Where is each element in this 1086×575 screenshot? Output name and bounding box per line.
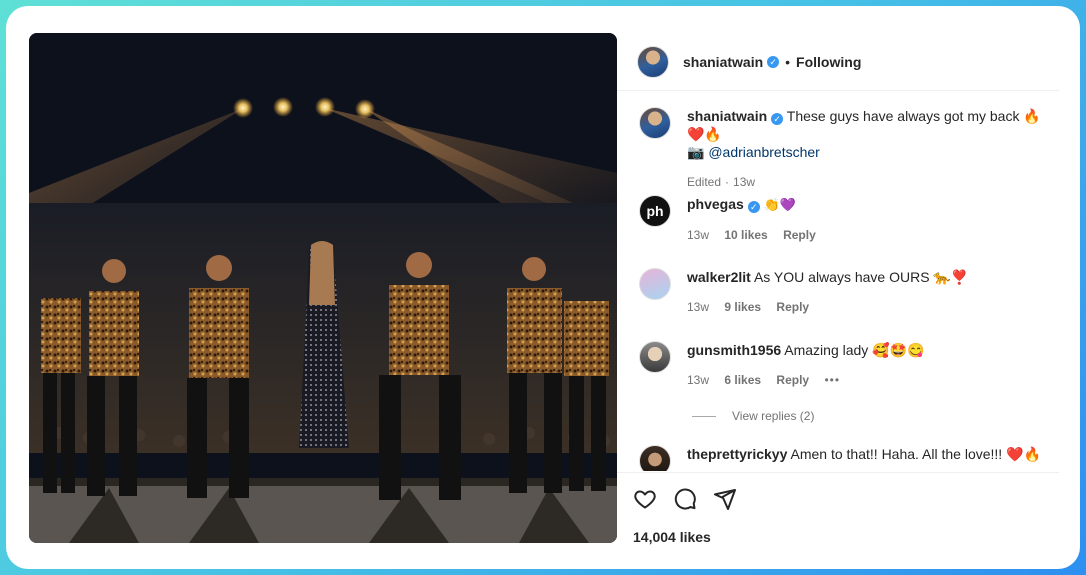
author-username[interactable]: shaniatwain (683, 54, 763, 70)
replies-divider-line (692, 415, 716, 417)
commenter-avatar[interactable] (639, 341, 671, 373)
caption-author[interactable]: shaniatwain (687, 108, 767, 124)
comment-text: Amen to that!! Haha. All the love!!! ❤️🔥 (790, 446, 1041, 462)
view-replies-label[interactable]: View replies (2) (732, 409, 814, 423)
verified-badge-icon: ✓ (767, 55, 780, 68)
photographer-mention-link[interactable]: @adrianbretscher (708, 144, 820, 160)
comment-item: ph phvegas ✓ 👏💜 13w 10 likes Reply (639, 195, 1057, 244)
comment-likes[interactable]: 10 likes (724, 228, 767, 242)
commenter-username[interactable]: gunsmith1956 (687, 342, 781, 358)
comment-text: As YOU always have OURS 🐆❣️ (753, 269, 969, 285)
comment-item: walker2lit As YOU always have OURS 🐆❣️ 1… (639, 268, 1057, 316)
comment-body: gunsmith1956 Amazing lady 🥰🤩😋 13w 6 like… (687, 341, 1057, 389)
following-button[interactable]: Following (796, 54, 861, 70)
post-card: shaniatwain ✓ • Following shaniatwain ✓ T… (6, 6, 1080, 569)
reply-button[interactable]: Reply (783, 228, 816, 242)
edited-label: Edited (687, 175, 722, 189)
comment-likes[interactable]: 9 likes (724, 300, 761, 314)
commenter-avatar[interactable] (639, 445, 671, 471)
camera-icon: 📷 (687, 144, 705, 160)
reply-button[interactable]: Reply (776, 373, 809, 387)
commenter-username[interactable]: walker2lit (687, 269, 751, 285)
comment-body: theprettyrickyy Amen to that!! Haha. All… (687, 445, 1057, 471)
commenter-avatar[interactable] (639, 268, 671, 300)
comment-likes[interactable]: 6 likes (724, 373, 761, 387)
comment-item: gunsmith1956 Amazing lady 🥰🤩😋 13w 6 like… (639, 341, 1057, 389)
author-avatar[interactable] (637, 45, 669, 78)
caption-age[interactable]: 13w (733, 175, 755, 189)
view-replies-toggle[interactable]: View replies (2) (692, 409, 814, 423)
comment-icon[interactable] (673, 487, 697, 511)
comment-meta: 13w 6 likes Reply ••• (687, 371, 1057, 389)
post-details-panel: shaniatwain ✓ • Following shaniatwain ✓ T… (617, 33, 1059, 545)
verified-badge-icon: ✓ (747, 201, 760, 213)
caption-body: shaniatwain ✓ These guys have always got … (687, 107, 1057, 191)
caption-author-avatar[interactable] (639, 107, 671, 139)
comment-meta: 13w 10 likes Reply (687, 226, 1057, 244)
separator-dot: • (785, 53, 791, 70)
caption-row: shaniatwain ✓ These guys have always got … (639, 107, 1057, 191)
reply-button[interactable]: Reply (776, 300, 809, 314)
comment-body: walker2lit As YOU always have OURS 🐆❣️ 1… (687, 268, 1057, 316)
more-options-icon[interactable]: ••• (824, 373, 840, 387)
comment-age[interactable]: 13w (687, 300, 709, 314)
comment-age[interactable]: 13w (687, 228, 709, 242)
comments-scroll-area[interactable]: shaniatwain ✓ These guys have always got … (617, 91, 1059, 471)
comment-text: Amazing lady 🥰🤩😋 (784, 342, 925, 358)
heart-icon[interactable] (633, 487, 657, 511)
caption-meta: Edited · 13w (687, 175, 756, 189)
commenter-username[interactable]: phvegas (687, 196, 744, 212)
verified-badge-icon: ✓ (771, 113, 784, 125)
comment-text: 👏💜 (763, 197, 797, 212)
likes-count[interactable]: 14,004 likes (633, 529, 711, 545)
concert-stage-illustration (29, 33, 617, 543)
action-icons (633, 487, 737, 511)
commenter-username[interactable]: theprettyrickyy (687, 446, 787, 462)
comment-body: phvegas ✓ 👏💜 13w 10 likes Reply (687, 195, 1057, 244)
comment-meta: 13w 9 likes Reply (687, 298, 1057, 316)
commenter-avatar[interactable]: ph (639, 195, 671, 227)
post-photo[interactable] (29, 33, 617, 543)
comment-age[interactable]: 13w (687, 373, 709, 387)
post-header: shaniatwain ✓ • Following (617, 33, 1059, 91)
paper-plane-icon[interactable] (713, 487, 737, 511)
post-actions: 14,004 likes (617, 472, 1059, 545)
comment-item: theprettyrickyy Amen to that!! Haha. All… (639, 445, 1057, 471)
